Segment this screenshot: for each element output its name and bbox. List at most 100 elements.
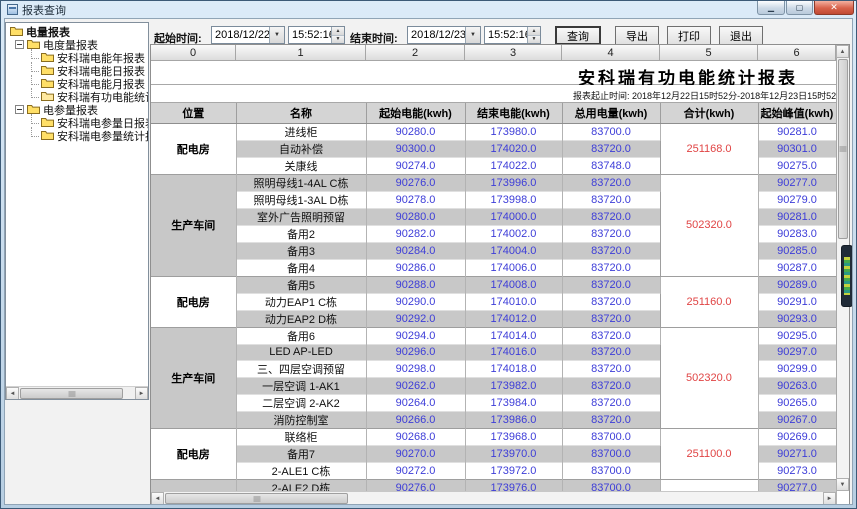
value-cell[interactable]: 83720.0 bbox=[562, 344, 660, 360]
value-cell[interactable]: 83720.0 bbox=[562, 242, 660, 259]
start-time-spinner[interactable]: 15:52:16 ▲▼ bbox=[288, 26, 345, 44]
value-cell[interactable]: 83720.0 bbox=[562, 208, 660, 225]
value-cell[interactable]: 174000.0 bbox=[465, 208, 562, 225]
value-cell[interactable]: 90268.0 bbox=[366, 428, 465, 445]
value-cell[interactable]: 90287.0 bbox=[758, 259, 836, 276]
name-cell[interactable]: 照明母线1-4AL C栋 bbox=[236, 174, 366, 191]
total-cell[interactable]: 251100.0 bbox=[660, 428, 758, 479]
value-cell[interactable]: 83720.0 bbox=[562, 276, 660, 293]
value-cell[interactable]: 173998.0 bbox=[465, 191, 562, 208]
value-cell[interactable]: 83720.0 bbox=[562, 327, 660, 344]
column-header[interactable]: 合计(kwh) bbox=[660, 103, 758, 123]
scroll-down-icon[interactable]: ▼ bbox=[836, 478, 849, 491]
value-cell[interactable]: 90282.0 bbox=[366, 225, 465, 242]
title-bar[interactable]: 报表查询 bbox=[4, 2, 853, 17]
value-cell[interactable]: 173970.0 bbox=[465, 445, 562, 462]
value-cell[interactable]: 83700.0 bbox=[562, 445, 660, 462]
scroll-right-icon[interactable]: ► bbox=[135, 387, 148, 400]
value-cell[interactable]: 90289.0 bbox=[758, 276, 836, 293]
total-cell[interactable]: 251168.0 bbox=[660, 123, 758, 174]
collapse-icon[interactable] bbox=[15, 105, 24, 114]
name-cell[interactable]: 2-ALE1 C栋 bbox=[236, 462, 366, 479]
value-cell[interactable]: 83720.0 bbox=[562, 174, 660, 191]
value-cell[interactable]: 90283.0 bbox=[758, 225, 836, 242]
value-cell[interactable]: 174008.0 bbox=[465, 276, 562, 293]
value-cell[interactable]: 174016.0 bbox=[465, 344, 562, 360]
column-number-cell[interactable]: 4 bbox=[562, 45, 660, 61]
tree-leaf-item[interactable]: 安科瑞电参量统计报表 bbox=[6, 129, 148, 142]
minimize-button[interactable]: ▁ bbox=[757, 1, 785, 15]
vertical-scrollbar-thumb[interactable] bbox=[838, 59, 848, 239]
value-cell[interactable]: 90295.0 bbox=[758, 327, 836, 344]
column-header[interactable]: 结束电能(kwh) bbox=[465, 103, 562, 123]
exit-button[interactable]: 退出 bbox=[719, 26, 763, 45]
value-cell[interactable]: 83720.0 bbox=[562, 310, 660, 327]
location-cell[interactable]: 生产车间 bbox=[151, 174, 236, 276]
value-cell[interactable]: 83700.0 bbox=[562, 462, 660, 479]
value-cell[interactable]: 83748.0 bbox=[562, 157, 660, 174]
value-cell[interactable]: 90300.0 bbox=[366, 140, 465, 157]
value-cell[interactable]: 90269.0 bbox=[758, 428, 836, 445]
value-cell[interactable]: 83720.0 bbox=[562, 360, 660, 377]
name-cell[interactable]: 备用2 bbox=[236, 225, 366, 242]
name-cell[interactable]: 联络柜 bbox=[236, 428, 366, 445]
value-cell[interactable]: 174018.0 bbox=[465, 360, 562, 377]
column-header[interactable]: 名称 bbox=[236, 103, 366, 123]
name-cell[interactable]: 进线柜 bbox=[236, 123, 366, 140]
horizontal-scrollbar[interactable]: ◄ ► bbox=[151, 491, 836, 505]
export-button[interactable]: 导出 bbox=[615, 26, 659, 45]
horizontal-scrollbar-thumb[interactable] bbox=[165, 493, 348, 504]
value-cell[interactable]: 90263.0 bbox=[758, 377, 836, 394]
start-date-picker[interactable]: 2018/12/22▼ bbox=[211, 26, 285, 44]
chevron-down-icon[interactable]: ▼ bbox=[465, 27, 480, 43]
value-cell[interactable]: 90297.0 bbox=[758, 344, 836, 360]
value-cell[interactable]: 90281.0 bbox=[758, 208, 836, 225]
value-cell[interactable]: 90280.0 bbox=[366, 208, 465, 225]
scroll-left-icon[interactable]: ◄ bbox=[6, 387, 19, 400]
value-cell[interactable]: 173972.0 bbox=[465, 462, 562, 479]
maximize-button[interactable]: ▢ bbox=[786, 1, 813, 15]
column-header[interactable]: 位置 bbox=[151, 103, 236, 123]
scroll-right-icon[interactable]: ► bbox=[823, 492, 836, 505]
value-cell[interactable]: 90294.0 bbox=[366, 327, 465, 344]
column-number-cell[interactable]: 2 bbox=[366, 45, 465, 61]
chevron-down-icon[interactable]: ▼ bbox=[269, 27, 284, 43]
value-cell[interactable]: 83720.0 bbox=[562, 140, 660, 157]
value-cell[interactable]: 90276.0 bbox=[366, 174, 465, 191]
value-cell[interactable]: 90272.0 bbox=[366, 462, 465, 479]
value-cell[interactable]: 90288.0 bbox=[366, 276, 465, 293]
value-cell[interactable]: 90278.0 bbox=[366, 191, 465, 208]
name-cell[interactable]: 三、四层空调预留 bbox=[236, 360, 366, 377]
scroll-left-icon[interactable]: ◄ bbox=[151, 492, 164, 505]
value-cell[interactable]: 90286.0 bbox=[366, 259, 465, 276]
value-cell[interactable]: 83720.0 bbox=[562, 411, 660, 428]
scroll-up-icon[interactable]: ▲ bbox=[836, 45, 849, 58]
close-button[interactable]: ✕ bbox=[814, 1, 854, 15]
name-cell[interactable]: 动力EAP2 D栋 bbox=[236, 310, 366, 327]
tree-horizontal-scrollbar[interactable]: ◄ ► bbox=[6, 386, 148, 399]
value-cell[interactable]: 174014.0 bbox=[465, 327, 562, 344]
value-cell[interactable]: 90281.0 bbox=[758, 123, 836, 140]
value-cell[interactable]: 174006.0 bbox=[465, 259, 562, 276]
value-cell[interactable]: 90298.0 bbox=[366, 360, 465, 377]
value-cell[interactable]: 83700.0 bbox=[562, 428, 660, 445]
end-time-spinner[interactable]: 15:52:16 ▲▼ bbox=[484, 26, 541, 44]
end-date-picker[interactable]: 2018/12/23▼ bbox=[407, 26, 481, 44]
spin-down-icon[interactable]: ▼ bbox=[528, 36, 540, 44]
value-cell[interactable]: 174002.0 bbox=[465, 225, 562, 242]
value-cell[interactable]: 90273.0 bbox=[758, 462, 836, 479]
location-cell[interactable]: 配电房 bbox=[151, 123, 236, 174]
value-cell[interactable]: 90285.0 bbox=[758, 242, 836, 259]
name-cell[interactable]: 消防控制室 bbox=[236, 411, 366, 428]
value-cell[interactable]: 174010.0 bbox=[465, 293, 562, 310]
value-cell[interactable]: 83720.0 bbox=[562, 394, 660, 411]
name-cell[interactable]: 室外广告照明预留 bbox=[236, 208, 366, 225]
name-cell[interactable]: 备用6 bbox=[236, 327, 366, 344]
value-cell[interactable]: 90279.0 bbox=[758, 191, 836, 208]
spin-up-icon[interactable]: ▲ bbox=[332, 27, 344, 36]
collapse-icon[interactable] bbox=[15, 40, 24, 49]
value-cell[interactable]: 90290.0 bbox=[366, 293, 465, 310]
value-cell[interactable]: 90291.0 bbox=[758, 293, 836, 310]
value-cell[interactable]: 90271.0 bbox=[758, 445, 836, 462]
value-cell[interactable]: 173986.0 bbox=[465, 411, 562, 428]
